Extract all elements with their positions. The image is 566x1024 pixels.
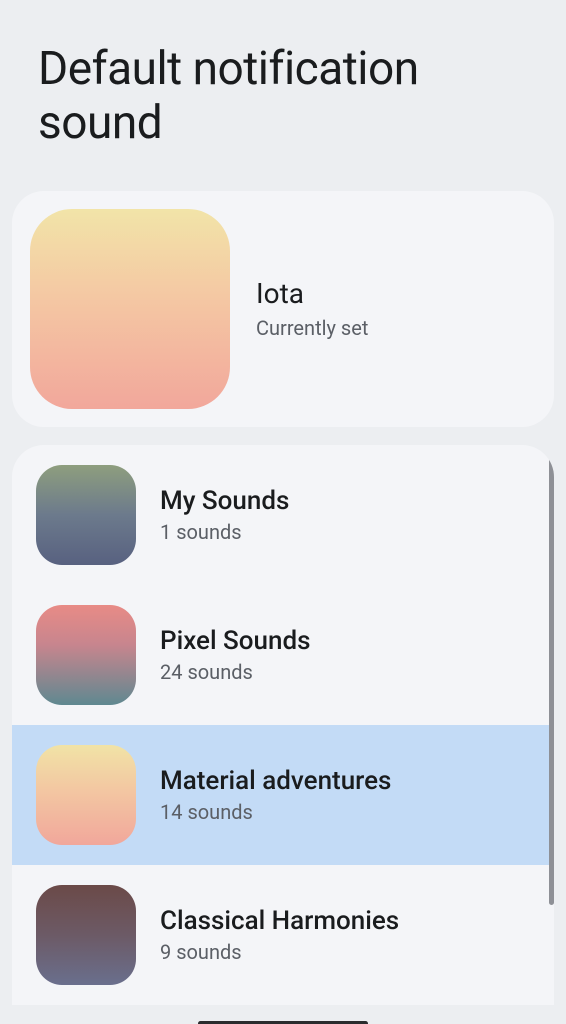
category-count: 9 sounds — [160, 940, 399, 964]
current-sound-thumbnail — [30, 209, 230, 409]
category-count: 14 sounds — [160, 800, 391, 824]
category-count: 24 sounds — [160, 660, 311, 684]
category-thumbnail — [36, 605, 136, 705]
category-thumbnail — [36, 745, 136, 845]
category-thumbnail — [36, 885, 136, 985]
category-name: Pixel Sounds — [160, 626, 311, 656]
category-name: My Sounds — [160, 486, 289, 516]
category-name: Classical Harmonies — [160, 906, 399, 936]
category-name: Material adventures — [160, 766, 391, 796]
category-count: 1 sounds — [160, 520, 289, 544]
current-sound-card[interactable]: Iota Currently set — [12, 191, 554, 427]
scrollbar[interactable] — [549, 445, 554, 905]
category-item-my-sounds[interactable]: My Sounds 1 sounds — [12, 445, 554, 585]
category-item-material-adventures[interactable]: Material adventures 14 sounds — [12, 725, 554, 865]
category-item-pixel-sounds[interactable]: Pixel Sounds 24 sounds — [12, 585, 554, 725]
page-title: Default notification sound — [0, 0, 566, 181]
sound-category-list: My Sounds 1 sounds Pixel Sounds 24 sound… — [12, 445, 554, 1005]
current-sound-name: Iota — [256, 277, 368, 310]
current-sound-status: Currently set — [256, 316, 368, 340]
category-item-classical-harmonies[interactable]: Classical Harmonies 9 sounds — [12, 865, 554, 1005]
category-thumbnail — [36, 465, 136, 565]
